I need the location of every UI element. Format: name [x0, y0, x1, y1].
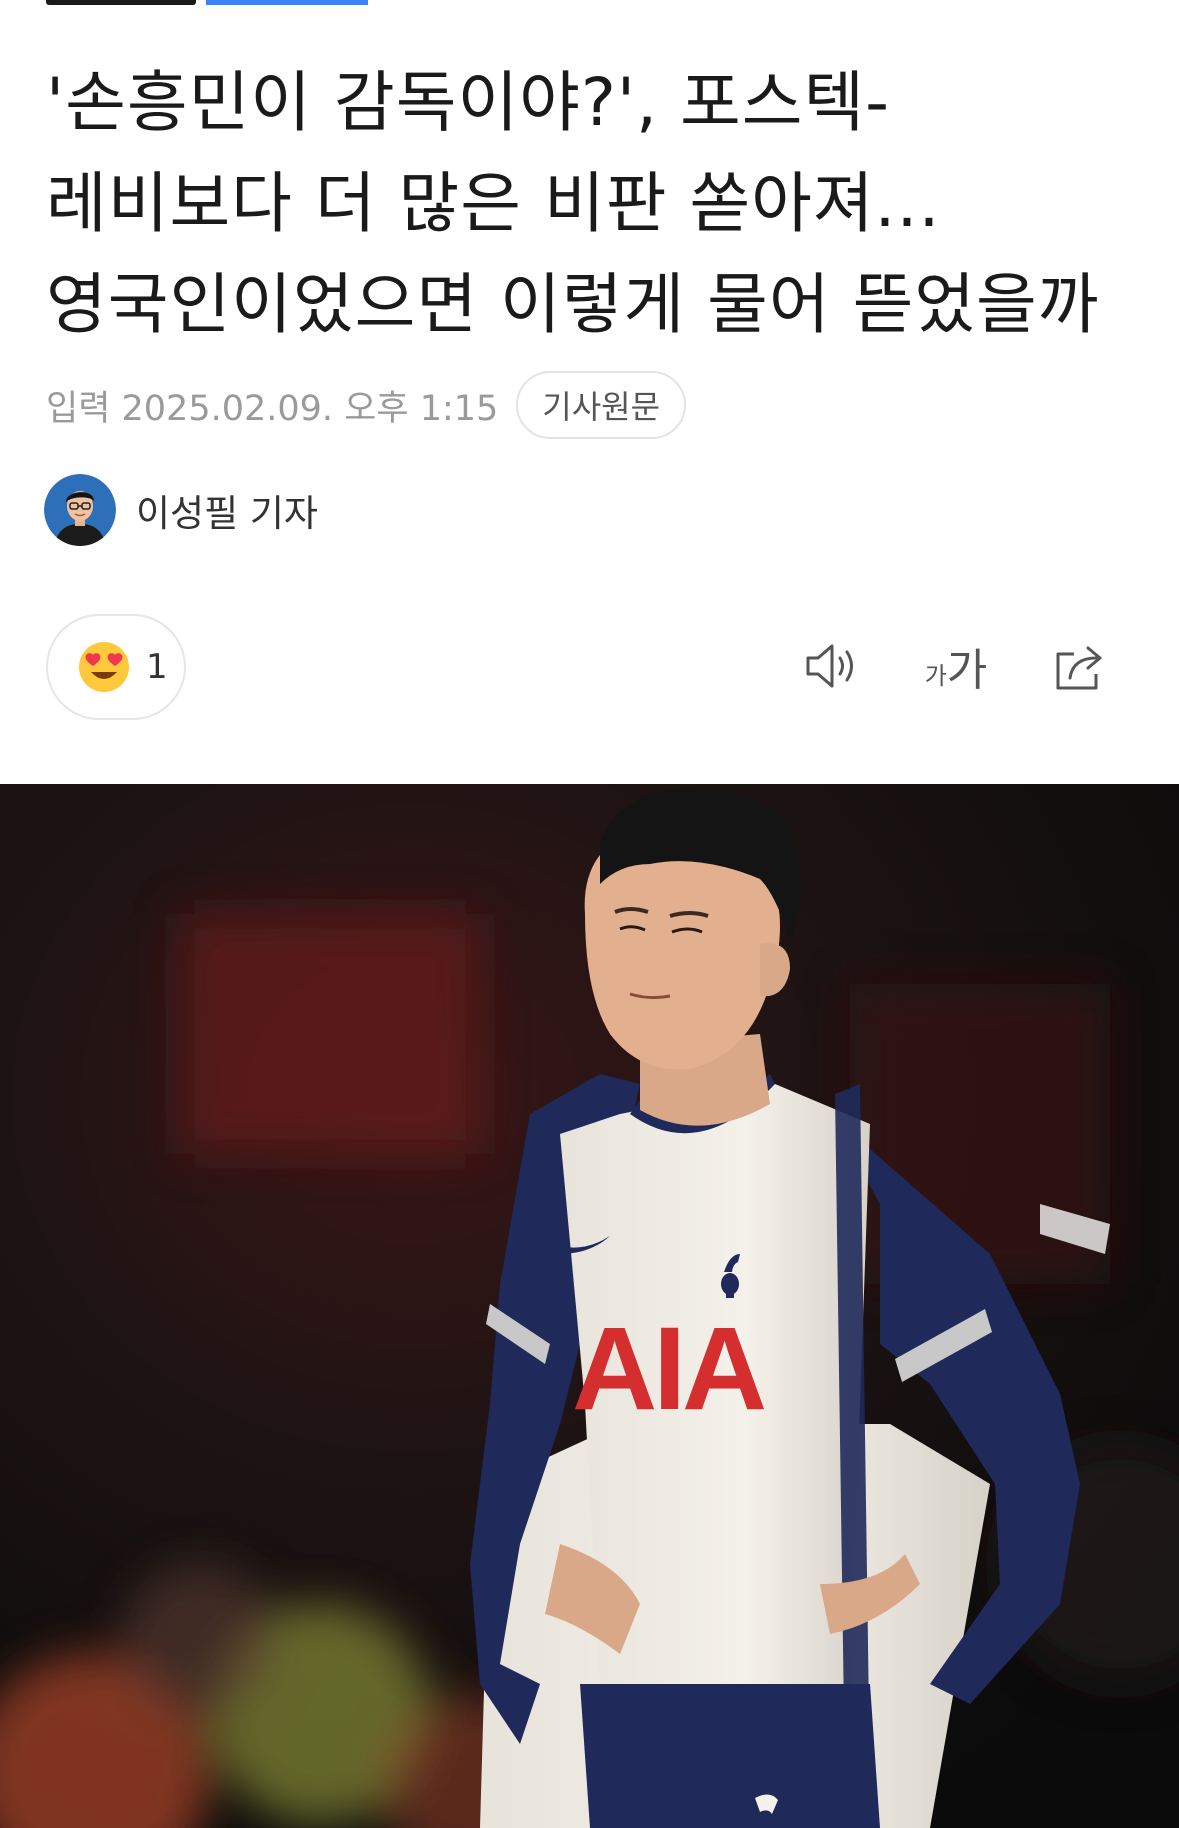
text-to-speech-button[interactable]: [800, 628, 864, 704]
publish-date: 입력 2025.02.09. 오후 1:15: [46, 388, 499, 429]
jersey-sponsor-text: AIA: [572, 1303, 765, 1435]
author-row[interactable]: 이성필 기자: [44, 474, 318, 546]
top-header-strip: [0, 0, 1179, 8]
player-shorts: [580, 1684, 880, 1828]
font-size-button[interactable]: 가 가: [918, 628, 994, 704]
reaction-count: 1: [146, 647, 168, 687]
author-name[interactable]: 이성필 기자: [136, 483, 318, 537]
share-button[interactable]: [1048, 628, 1112, 704]
reaction-button[interactable]: 1: [46, 614, 186, 720]
publisher-logo-fragment[interactable]: [46, 0, 196, 5]
font-size-small-glyph: 가: [924, 661, 947, 690]
article-photo: AIA: [0, 784, 1179, 1828]
font-size-large-glyph: 가: [946, 645, 988, 696]
speaker-icon: [806, 644, 853, 688]
author-avatar[interactable]: [44, 474, 116, 546]
heart-eyes-emoji-icon: [78, 641, 130, 693]
active-tab-underline: [206, 0, 368, 5]
article-title: '손흥민이 감독이야?', 포스텍-레비보다 더 많은 비판 쏟아져...영국인…: [46, 64, 1100, 343]
article-meta: 입력 2025.02.09. 오후 1:15 기사원문: [46, 370, 687, 440]
share-icon: [1056, 646, 1102, 690]
original-article-button[interactable]: 기사원문: [516, 371, 687, 439]
